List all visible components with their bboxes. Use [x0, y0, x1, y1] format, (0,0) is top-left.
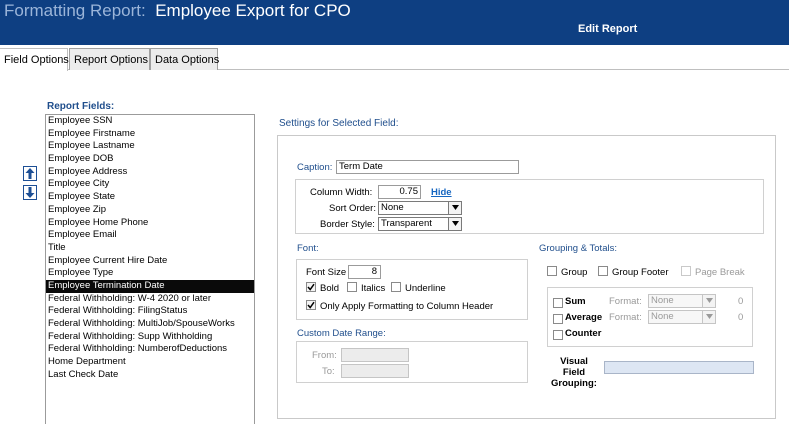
list-item[interactable]: Employee SSN [46, 115, 254, 128]
border-style-select[interactable]: Transparent [378, 217, 462, 231]
bold-label: Bold [320, 283, 340, 294]
group-checkbox[interactable] [547, 266, 557, 276]
list-item[interactable]: Employee City [46, 178, 254, 191]
sum-checkbox[interactable] [553, 298, 563, 308]
report-fields-list[interactable]: Employee SSN Employee Firstname Employee L… [45, 114, 255, 424]
list-item[interactable]: Employee Address [46, 166, 254, 179]
from-label: From: [312, 350, 337, 361]
from-date-input[interactable] [341, 348, 409, 362]
move-up-button[interactable] [23, 166, 37, 181]
tab-field-options[interactable]: Field Options [0, 48, 69, 71]
column-width-label: Column Width: [310, 187, 373, 198]
bold-checkbox[interactable] [306, 282, 316, 292]
list-item[interactable]: Employee Termination Date [46, 279, 254, 293]
sum-format-value: None [651, 295, 674, 306]
move-down-button[interactable] [23, 185, 37, 200]
column-width-input[interactable]: 0.75 [378, 185, 421, 199]
group-footer-checkbox[interactable] [598, 266, 608, 276]
edit-report-link[interactable]: Edit Report [578, 23, 637, 35]
average-format-value: None [651, 311, 674, 322]
visual-grouping-field[interactable] [604, 361, 754, 374]
list-item[interactable]: Employee Firstname [46, 128, 254, 141]
report-fields-label: Report Fields: [47, 101, 115, 112]
counter-checkbox[interactable] [553, 330, 563, 340]
average-format-label: Format: [609, 312, 642, 323]
sum-format-select[interactable]: None [648, 294, 716, 308]
grouping-label: Grouping & Totals: [539, 243, 617, 254]
average-format-select[interactable]: None [648, 310, 716, 324]
list-item[interactable]: Title [46, 242, 254, 255]
list-item[interactable]: Employee State [46, 191, 254, 204]
font-size-label: Font Size [306, 267, 347, 278]
border-style-label: Border Style: [320, 219, 375, 230]
list-item[interactable]: Federal Withholding: W-4 2020 or later [46, 293, 254, 306]
list-item[interactable]: Employee Home Phone [46, 217, 254, 230]
list-item[interactable]: Federal Withholding: MultiJob/SpouseWork… [46, 318, 254, 331]
average-label: Average [565, 312, 603, 323]
font-label: Font: [297, 243, 319, 254]
header-only-checkbox[interactable] [306, 300, 316, 310]
to-date-input[interactable] [341, 364, 409, 378]
list-item[interactable]: Employee Lastname [46, 140, 254, 153]
check-icon [307, 283, 315, 291]
italics-label: Italics [361, 283, 386, 294]
title-prefix: Formatting Report: [4, 1, 146, 20]
caption-label: Caption: [297, 162, 333, 173]
page-break-label: Page Break [695, 267, 745, 278]
list-item[interactable]: Employee Zip [46, 204, 254, 217]
font-size-input[interactable]: 8 [348, 265, 381, 279]
header-only-label: Only Apply Formatting to Column Header [320, 301, 494, 312]
tab-report-options[interactable]: Report Options [69, 48, 150, 70]
page-title: Formatting Report: Employee Export for C… [4, 1, 351, 21]
list-item[interactable]: Last Check Date [46, 369, 254, 382]
list-item[interactable]: Employee DOB [46, 153, 254, 166]
report-name: Employee Export for CPO [155, 1, 351, 20]
caption-input[interactable]: Term Date [336, 160, 519, 174]
sort-order-select[interactable]: None [378, 201, 462, 215]
page-break-checkbox[interactable] [681, 266, 691, 276]
settings-label: Settings for Selected Field: [279, 118, 399, 129]
check-icon [307, 301, 315, 309]
tab-data-options[interactable]: Data Options [150, 48, 219, 70]
chevron-down-icon [702, 311, 715, 323]
list-item[interactable]: Federal Withholding: FilingStatus [46, 305, 254, 318]
italics-checkbox[interactable] [347, 282, 357, 292]
visual-grouping-label: Visual Field Grouping: [551, 356, 597, 389]
list-item[interactable]: Employee Email [46, 229, 254, 242]
sum-format-label: Format: [609, 296, 642, 307]
sum-label: Sum [565, 296, 586, 307]
group-footer-label: Group Footer [612, 267, 669, 278]
average-value: 0 [738, 312, 744, 323]
sum-value: 0 [738, 296, 744, 307]
list-item[interactable]: Employee Current Hire Date [46, 255, 254, 268]
hide-link[interactable]: Hide [431, 187, 452, 198]
underline-label: Underline [405, 283, 446, 294]
chevron-down-icon [448, 218, 461, 230]
chevron-down-icon [448, 202, 461, 214]
to-label: To: [322, 366, 335, 377]
sort-order-label: Sort Order: [329, 203, 376, 214]
list-item[interactable]: Employee Type [46, 267, 254, 280]
border-style-value: Transparent [381, 218, 432, 229]
average-checkbox[interactable] [553, 314, 563, 324]
sort-order-value: None [381, 202, 404, 213]
counter-label: Counter [565, 328, 602, 339]
group-label: Group [561, 267, 588, 278]
list-item[interactable]: Home Department [46, 356, 254, 369]
underline-checkbox[interactable] [391, 282, 401, 292]
list-item[interactable]: Federal Withholding: Supp Withholding [46, 331, 254, 344]
chevron-down-icon [702, 295, 715, 307]
arrow-down-icon [25, 187, 35, 198]
list-item[interactable]: Federal Withholding: NumberofDeductions [46, 343, 254, 356]
arrow-up-icon [25, 168, 35, 179]
custom-date-range-label: Custom Date Range: [297, 328, 386, 339]
